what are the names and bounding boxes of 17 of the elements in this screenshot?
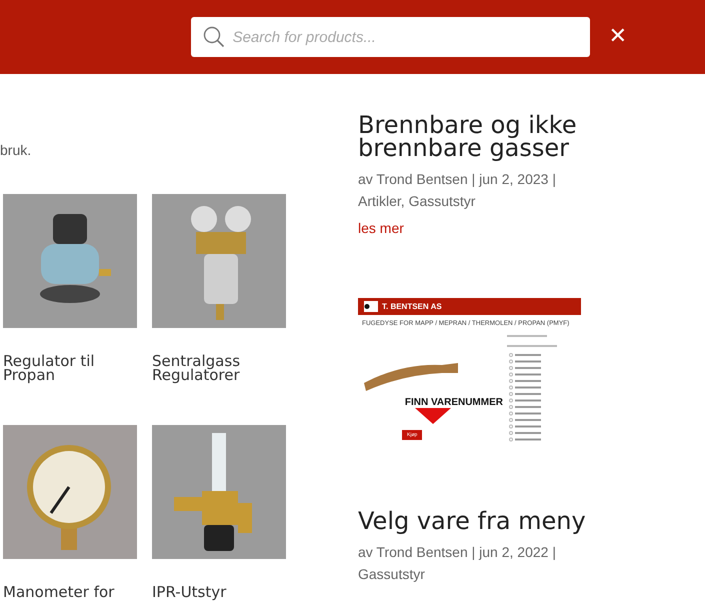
close-button[interactable]: ✕ — [606, 26, 629, 48]
read-more-link[interactable]: les mer — [358, 220, 404, 236]
post-meta: av Trond Bentsen | jun 2, 2023 | Artikler, Gassutstyr — [358, 170, 557, 211]
search-icon — [202, 26, 225, 48]
triangle-icon — [414, 408, 450, 424]
post-title[interactable]: Brennbare og ikke brennbare gasser — [358, 114, 598, 160]
brand-name: T. BENTSEN AS — [382, 302, 442, 311]
post-title[interactable]: Velg vare fra meny — [358, 510, 598, 533]
callout-text: FINN VARENUMMER — [404, 397, 503, 408]
product-title[interactable]: IPR-Utstyr — [152, 585, 292, 599]
product-title[interactable]: Regulator til Propan — [3, 354, 143, 382]
logo-icon — [364, 301, 378, 312]
product-title[interactable]: Manometer for — [3, 585, 143, 599]
search-field[interactable]: Search for products... — [190, 17, 590, 57]
product-title[interactable]: Sentralgass Regulatorer — [152, 354, 292, 382]
body-text: bruk. — [0, 141, 32, 160]
post-meta: av Trond Bentsen | jun 2, 2022 | Gassutstyr — [358, 543, 557, 584]
